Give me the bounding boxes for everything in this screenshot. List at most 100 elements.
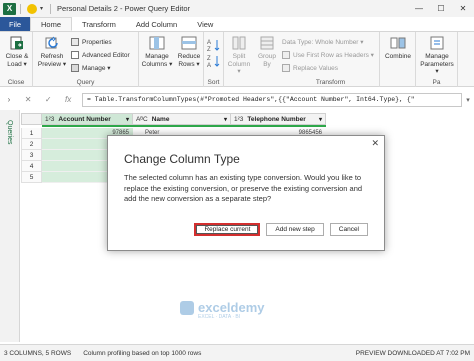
properties-button[interactable]: Properties xyxy=(71,37,112,47)
column-type-icon[interactable]: AᴮC xyxy=(136,116,148,123)
tab-home[interactable]: Home xyxy=(30,17,73,31)
combine-button[interactable]: Combine xyxy=(382,35,414,61)
use-first-row-label: Use First Row as Headers ▾ xyxy=(293,52,374,59)
profiling-status[interactable]: Column profiling based on top 1000 rows xyxy=(83,350,201,357)
manage-parameters-button[interactable]: Manage Parameters ▾ xyxy=(418,35,456,76)
queries-pane-label: Queries xyxy=(6,120,13,145)
refresh-icon xyxy=(45,36,58,49)
column-filter-icon[interactable]: ▾ xyxy=(319,116,322,123)
group-by-label-1: Group xyxy=(257,53,277,60)
advanced-editor-button[interactable]: Advanced Editor xyxy=(71,50,130,60)
use-first-row-button[interactable]: Use First Row as Headers ▾ xyxy=(282,50,374,60)
row-number[interactable]: 1 xyxy=(21,128,42,139)
close-window-button[interactable]: ✕ xyxy=(452,0,474,17)
row-number[interactable]: 4 xyxy=(21,161,42,172)
column-type-icon[interactable]: 1²3 xyxy=(234,116,243,123)
svg-text:A: A xyxy=(207,63,211,68)
parameters-group: Manage Parameters ▾ Pa xyxy=(416,32,458,87)
close-load-icon xyxy=(10,36,23,50)
query-group: Refresh Preview ▾ Properties Advanced Ed… xyxy=(33,32,139,87)
row-number[interactable]: 5 xyxy=(21,172,42,183)
collapse-chevron-icon[interactable]: › xyxy=(0,95,18,104)
manage-button[interactable]: Manage ▾ xyxy=(71,63,111,73)
use-first-row-icon xyxy=(282,51,290,59)
manage-parameters-label-1: Manage xyxy=(425,53,449,60)
exceldemy-logo-icon xyxy=(180,300,194,315)
manage-columns-button[interactable]: Manage Columns ▾ xyxy=(141,35,173,68)
close-load-button[interactable]: Close & Load ▾ xyxy=(3,35,31,68)
manage-label: Manage ▾ xyxy=(82,65,111,72)
svg-text:Z: Z xyxy=(207,56,211,62)
refresh-preview-button[interactable]: Refresh Preview ▾ xyxy=(37,35,67,68)
replace-values-button[interactable]: Replace Values xyxy=(282,63,338,73)
split-column-icon xyxy=(232,36,246,50)
row-number[interactable]: 2 xyxy=(21,139,42,150)
dialog-title: Change Column Type xyxy=(124,152,240,166)
smiley-feedback-icon[interactable] xyxy=(27,3,37,14)
divider xyxy=(50,3,52,14)
column-quality-bar xyxy=(231,125,326,127)
close-load-label-1: Close & xyxy=(5,53,29,60)
split-column-button[interactable]: Split Column ▾ xyxy=(226,35,252,76)
formula-input[interactable]: = Table.TransformColumnTypes(#"Promoted … xyxy=(82,92,462,107)
transform-group-label: Transform xyxy=(315,79,346,86)
tab-file[interactable]: File xyxy=(0,17,30,31)
svg-text:A: A xyxy=(207,40,211,46)
column-type-icon[interactable]: 1²3 xyxy=(45,116,54,123)
group-by-button[interactable]: Group By xyxy=(254,35,280,68)
fx-icon[interactable]: fx xyxy=(65,95,71,104)
combine-icon xyxy=(390,37,406,49)
manage-columns-label-2: Columns ▾ xyxy=(141,60,173,68)
manage-parameters-icon xyxy=(430,36,444,50)
table-menu-button[interactable] xyxy=(21,113,42,125)
close-group-label: Close xyxy=(7,79,25,86)
group-by-icon xyxy=(260,36,274,50)
split-column-label-2: Column ▾ xyxy=(227,60,251,76)
replace-current-button[interactable]: Replace current xyxy=(194,223,261,236)
column-name: Telephone Number xyxy=(247,115,306,123)
split-column-label-1: Split xyxy=(232,53,246,60)
manage-columns-icon xyxy=(149,36,165,50)
watermark-tagline: EXCEL · DATA · BI xyxy=(198,314,241,320)
watermark-brand: exceldemy xyxy=(198,300,265,315)
manage-parameters-label-2: Parameters ▾ xyxy=(420,60,454,76)
refresh-label-1: Refresh xyxy=(40,53,64,60)
combine-label: Combine xyxy=(384,53,411,60)
divider xyxy=(20,3,21,14)
tab-transform[interactable]: Transform xyxy=(72,17,126,31)
window-title: Personal Details 2 - Power Query Editor xyxy=(57,4,190,13)
column-filter-icon[interactable]: ▾ xyxy=(126,116,129,123)
manage-icon xyxy=(71,64,79,72)
tab-view[interactable]: View xyxy=(187,17,223,31)
confirm-formula-button[interactable]: ✓ xyxy=(45,95,52,104)
reduce-rows-button[interactable]: Reduce Rows ▾ xyxy=(175,35,203,68)
formula-expand-icon[interactable]: ▾ xyxy=(462,96,474,104)
close-dialog-button[interactable]: ✕ xyxy=(371,138,379,149)
reduce-rows-group: Reduce Rows ▾ xyxy=(174,32,204,87)
add-new-step-button[interactable]: Add new step xyxy=(266,223,324,236)
column-header-name[interactable]: AᴮC Name ▾ xyxy=(133,113,231,125)
group-by-label-2: By xyxy=(263,60,271,68)
column-header-account-number[interactable]: 1²3 Account Number ▾ xyxy=(42,113,133,125)
queries-pane[interactable]: Queries xyxy=(0,110,20,342)
cancel-formula-button[interactable]: ✕ xyxy=(25,95,32,104)
status-bar: 3 COLUMNS, 5 ROWS Column profiling based… xyxy=(0,344,474,361)
row-number[interactable]: 3 xyxy=(21,150,42,161)
column-header-telephone[interactable]: 1²3 Telephone Number ▾ xyxy=(231,113,326,125)
sort-group: AZ ZA Sort xyxy=(204,32,224,87)
sort-descending-icon[interactable]: ZA xyxy=(207,54,221,68)
tab-add-column[interactable]: Add Column xyxy=(126,17,187,31)
minimize-button[interactable]: — xyxy=(408,0,430,17)
column-filter-icon[interactable]: ▾ xyxy=(224,116,227,123)
exceldemy-watermark: exceldemy EXCEL · DATA · BI xyxy=(180,300,265,320)
sort-ascending-icon[interactable]: AZ xyxy=(207,38,221,52)
data-type-label: Data Type: Whole Number ▾ xyxy=(282,39,364,46)
data-type-dropdown[interactable]: Data Type: Whole Number ▾ xyxy=(282,37,364,47)
quick-access-dropdown-icon[interactable]: ▾ xyxy=(40,5,43,12)
close-load-label-2: Load ▾ xyxy=(7,60,27,68)
column-quality-bar xyxy=(42,125,133,127)
svg-text:Z: Z xyxy=(207,47,211,52)
restore-button[interactable]: ☐ xyxy=(430,0,452,17)
refresh-label-2: Preview ▾ xyxy=(37,60,67,68)
cancel-button[interactable]: Cancel xyxy=(329,223,368,236)
